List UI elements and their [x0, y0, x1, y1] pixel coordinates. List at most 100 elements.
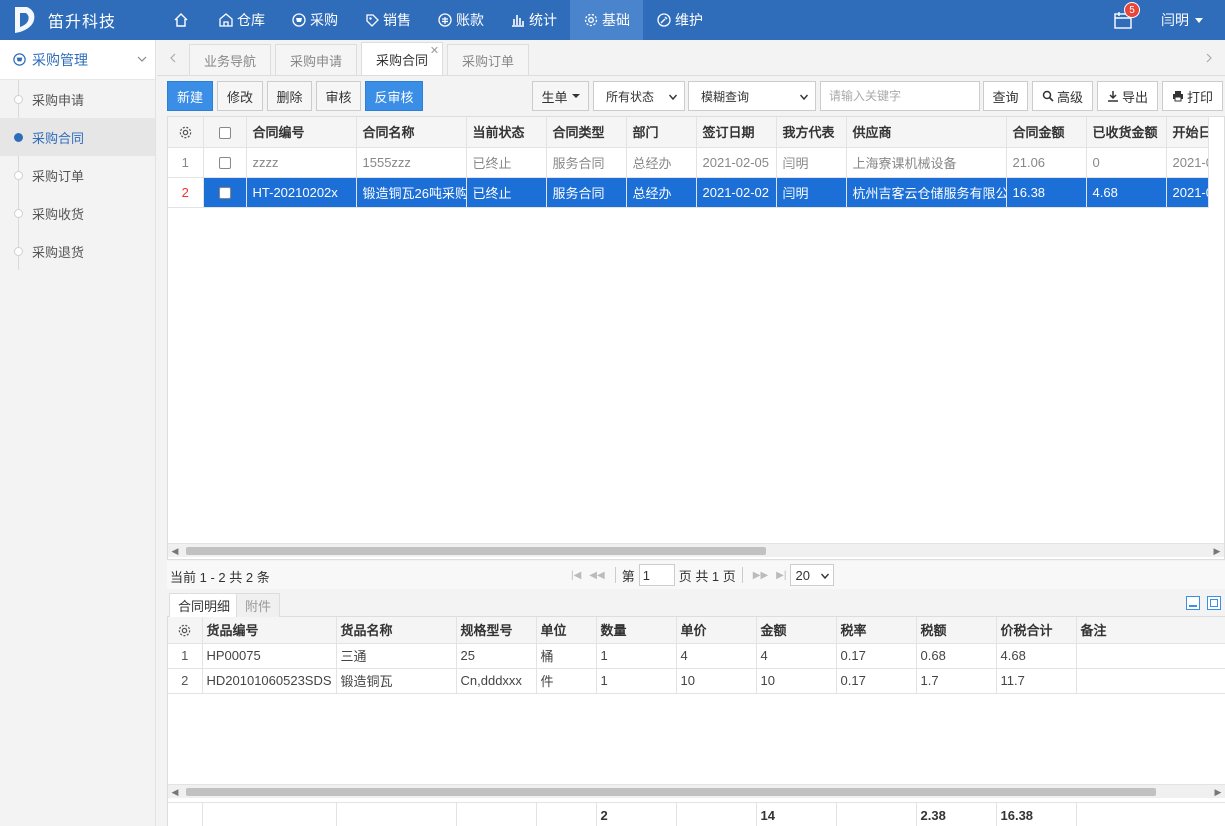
advanced-search-button[interactable]: 高级 — [1032, 81, 1093, 111]
calendar-notification-button[interactable]: 5 — [1113, 2, 1140, 30]
cell-start-date: 2021-01- — [1166, 177, 1209, 208]
new-button[interactable]: 新建 — [167, 81, 213, 111]
column-header[interactable]: 数量 — [596, 617, 677, 644]
select-all-checkbox[interactable] — [203, 117, 247, 148]
tab-scroll-left-button[interactable] — [157, 40, 189, 75]
user-menu[interactable]: 闫明 — [1161, 10, 1203, 30]
scroll-left-arrow-icon[interactable]: ◀ — [168, 544, 182, 558]
column-header[interactable]: 我方代表 — [776, 117, 847, 148]
nav-maintain[interactable]: 维护 — [643, 0, 716, 40]
detail-horizontal-scrollbar[interactable]: ◀ ▶ — [168, 784, 1225, 798]
tree-dot-icon — [14, 133, 23, 142]
unaudit-button[interactable]: 反审核 — [365, 81, 423, 111]
scroll-left-arrow-icon[interactable]: ◀ — [168, 785, 182, 799]
tab-contract-detail[interactable]: 合同明细 — [169, 593, 240, 617]
column-header[interactable]: 部门 — [626, 117, 697, 148]
column-header[interactable]: 金额 — [756, 617, 837, 644]
row-checkbox[interactable] — [203, 177, 247, 208]
audit-button[interactable]: 审核 — [316, 81, 361, 111]
contract-grid: 合同编号 合同名称 当前状态 合同类型 部门 签订日期 我方代表 供应商 合同金… — [167, 116, 1225, 560]
sidebar-item-purchase-order[interactable]: 采购订单 — [0, 156, 155, 194]
cell-tax-rate: 0.17 — [836, 668, 917, 694]
column-header[interactable]: 备注 — [1076, 617, 1225, 644]
total-cell-empty — [1076, 803, 1225, 826]
scrollbar-thumb[interactable] — [186, 547, 766, 555]
cell-sign-date: 2021-02-02 — [696, 177, 777, 208]
tab-business-nav[interactable]: 业务导航 — [189, 44, 272, 75]
column-header[interactable]: 单位 — [536, 617, 597, 644]
column-header[interactable]: 当前状态 — [466, 117, 547, 148]
page-label: 第 — [621, 568, 635, 584]
column-settings-button[interactable] — [168, 117, 204, 148]
table-row[interactable]: 1 zzzz 1555zzz 已终止 服务合同 总经办 2021-02-05 闫… — [168, 147, 1209, 178]
column-header[interactable]: 税额 — [916, 617, 997, 644]
column-header[interactable]: 货品编号 — [202, 617, 337, 644]
first-page-icon[interactable]: |◀ — [571, 570, 581, 581]
column-header[interactable]: 合同名称 — [356, 117, 467, 148]
page-size-select[interactable]: 20 — [790, 564, 835, 586]
column-header[interactable]: 税率 — [836, 617, 917, 644]
column-header[interactable]: 已收货金额 — [1086, 117, 1167, 148]
nav-home[interactable] — [160, 0, 205, 40]
cell-remark — [1076, 643, 1225, 669]
scroll-right-arrow-icon[interactable]: ▶ — [1210, 544, 1224, 558]
column-header[interactable]: 单价 — [676, 617, 757, 644]
tab-purchase-order[interactable]: 采购订单 — [447, 44, 530, 75]
table-row[interactable]: 2 HD20101060523SDS 锻造铜瓦 Cn,dddxxx 件 1 10… — [168, 668, 1225, 694]
next-page-icon[interactable]: ▶▶ — [753, 570, 768, 581]
tab-purchase-request[interactable]: 采购申请 — [275, 44, 358, 75]
column-header[interactable]: 价税合计 — [996, 617, 1077, 644]
scroll-right-arrow-icon[interactable]: ▶ — [1211, 785, 1225, 799]
keyword-input[interactable] — [820, 81, 980, 111]
sidebar-item-purchase-receive[interactable]: 采购收货 — [0, 194, 155, 232]
nav-statistics[interactable]: 统计 — [497, 0, 570, 40]
scrollbar-thumb[interactable] — [186, 788, 1156, 796]
delete-button[interactable]: 删除 — [267, 81, 312, 111]
minimize-icon[interactable] — [1186, 596, 1200, 610]
detail-totals-row: 2 14 2.38 16.38 — [168, 802, 1225, 826]
sidebar-item-purchase-return[interactable]: 采购退货 — [0, 232, 155, 270]
cell-amount: 10 — [756, 668, 837, 694]
nav-sales[interactable]: 销售 — [351, 0, 424, 40]
sidebar-item-purchase-contract[interactable]: 采购合同 — [0, 118, 155, 156]
column-header[interactable]: 开始日期 — [1166, 117, 1209, 148]
column-header[interactable]: 合同金额 — [1006, 117, 1087, 148]
status-select[interactable]: 所有状态 — [593, 81, 685, 111]
tree-dot-icon — [14, 209, 23, 218]
prev-page-icon[interactable]: ◀◀ — [589, 570, 604, 581]
checkbox-icon — [218, 187, 231, 200]
tab-attachment[interactable]: 附件 — [236, 593, 281, 617]
match-mode-select[interactable]: 模糊查询 — [688, 81, 816, 111]
horizontal-scrollbar[interactable]: ◀ ▶ — [168, 543, 1224, 557]
detail-column-settings-button[interactable] — [168, 617, 203, 644]
print-button[interactable]: 打印 — [1162, 81, 1223, 111]
tab-purchase-contract[interactable]: 采购合同 ✕ — [361, 42, 444, 75]
edit-button[interactable]: 修改 — [217, 81, 263, 111]
search-icon — [1042, 90, 1054, 102]
cell-item-name: 锻造铜瓦 — [336, 668, 457, 694]
wrench-icon — [657, 13, 671, 27]
last-page-icon[interactable]: ▶| — [776, 570, 786, 581]
column-header[interactable]: 货品名称 — [336, 617, 457, 644]
query-button[interactable]: 查询 — [983, 81, 1028, 111]
generate-order-button[interactable]: 生单 — [532, 81, 589, 111]
column-header[interactable]: 合同编号 — [246, 117, 357, 148]
sidebar-item-purchase-request[interactable]: 采购申请 — [0, 80, 155, 118]
page-number-input[interactable]: 1 — [638, 564, 675, 586]
column-header[interactable]: 签订日期 — [696, 117, 777, 148]
nav-warehouse[interactable]: 仓库 — [205, 0, 278, 40]
tab-scroll-right-button[interactable] — [1193, 40, 1225, 75]
column-header[interactable]: 规格型号 — [456, 617, 537, 644]
nav-money[interactable]: 账款 — [424, 0, 497, 40]
maximize-icon[interactable] — [1207, 596, 1221, 610]
column-header[interactable]: 合同类型 — [546, 117, 627, 148]
close-icon[interactable]: ✕ — [430, 44, 439, 57]
sidebar-group-purchase[interactable]: 采购管理 — [0, 40, 155, 80]
export-button[interactable]: 导出 — [1097, 81, 1158, 111]
table-row-selected[interactable]: 2 HT-20210202x 锻造铜瓦26吨采购 已终止 服务合同 总经办 20… — [168, 177, 1209, 208]
row-checkbox[interactable] — [203, 147, 247, 178]
table-row[interactable]: 1 HP00075 三通 25 桶 1 4 4 0.17 0.68 4.68 — [168, 643, 1225, 669]
column-header[interactable]: 供应商 — [846, 117, 1007, 148]
nav-basic[interactable]: 基础 — [570, 0, 643, 40]
nav-purchase[interactable]: 采购 — [278, 0, 351, 40]
